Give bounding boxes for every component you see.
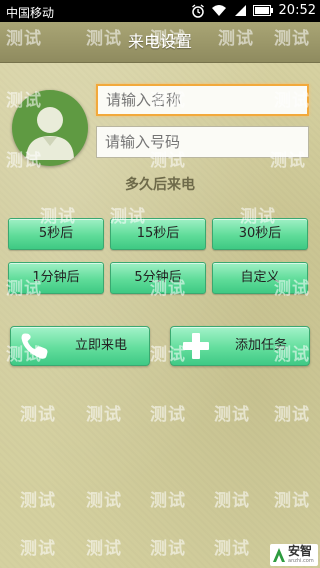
plus-icon — [179, 331, 213, 365]
watermark: 测试 — [86, 539, 122, 559]
call-now-button[interactable]: 立即来电 — [10, 326, 150, 366]
delay-custom-button[interactable]: 自定义 — [212, 262, 308, 294]
anzhi-brand-badge: 安智 anzhi.com — [270, 544, 318, 566]
watermark: 测试 — [214, 405, 250, 425]
battery-icon — [252, 5, 273, 16]
phone-input[interactable] — [96, 126, 309, 158]
watermark: 测试 — [150, 491, 186, 511]
wifi-icon — [211, 4, 227, 17]
delay-1min-button[interactable]: 1分钟后 — [8, 262, 104, 294]
delay-5s-button[interactable]: 5秒后 — [8, 218, 104, 250]
delay-section-title: 多久后来电 — [125, 177, 195, 193]
alarm-icon — [191, 3, 205, 18]
name-input[interactable] — [96, 84, 309, 116]
add-task-label: 添加任务 — [234, 338, 287, 353]
watermark: 测试 — [274, 491, 310, 511]
phone-handset-icon — [19, 331, 53, 365]
watermark: 测试 — [214, 539, 250, 559]
watermark: 测试 — [20, 539, 56, 559]
delay-30s-button[interactable]: 30秒后 — [212, 218, 308, 250]
watermark: 测试 — [150, 539, 186, 559]
watermark: 测试 — [20, 491, 56, 511]
brand-url: anzhi.com — [288, 557, 314, 564]
contact-avatar[interactable] — [12, 90, 88, 166]
status-bar: 中国移动 20:52 — [0, 0, 320, 22]
watermark: 测试 — [274, 405, 310, 425]
anzhi-logo-icon — [273, 548, 285, 562]
signal-icon — [233, 4, 247, 17]
delay-15s-button[interactable]: 15秒后 — [110, 218, 206, 250]
watermark: 测试 — [150, 405, 186, 425]
brand-name: 安智 — [288, 543, 313, 558]
watermark: 测试 — [86, 405, 122, 425]
person-silhouette-icon — [26, 107, 74, 160]
delay-5min-button[interactable]: 5分钟后 — [110, 262, 206, 294]
watermark: 测试 — [20, 405, 56, 425]
watermark: 测试 — [86, 491, 122, 511]
status-icons: 20:52 — [191, 3, 316, 18]
clock: 20:52 — [278, 3, 316, 18]
add-task-button[interactable]: 添加任务 — [170, 326, 310, 366]
carrier-label: 中国移动 — [6, 6, 55, 20]
page-title: 来电设置 — [0, 22, 320, 63]
watermark: 测试 — [214, 491, 250, 511]
call-now-label: 立即来电 — [74, 338, 127, 353]
